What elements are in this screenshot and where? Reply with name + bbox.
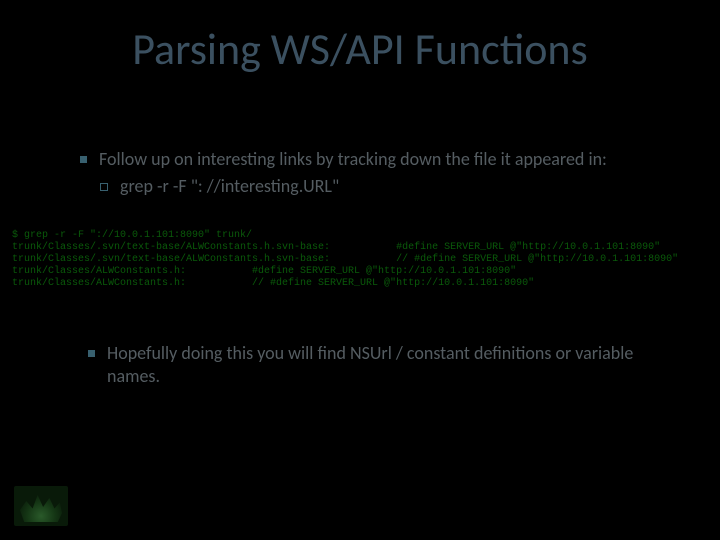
slide-title: Parsing WS/API Functions (0, 22, 720, 76)
bullet-text: Follow up on interesting links by tracki… (99, 148, 607, 171)
terminal-output: $ grep -r -F "://10.0.1.101:8090" trunk/… (12, 230, 708, 290)
bullet-icon (100, 183, 108, 191)
list-item: Hopefully doing this you will find NSUrl… (88, 342, 660, 387)
slide: Parsing WS/API Functions Follow up on in… (0, 0, 720, 540)
bullet-icon (88, 350, 95, 357)
bullet-text: Hopefully doing this you will find NSUrl… (107, 342, 660, 387)
bullet-group-1: Follow up on interesting links by tracki… (80, 148, 680, 197)
bullet-sub-text: grep -r -F ": //interesting.URL" (120, 175, 339, 198)
bullet-icon (80, 156, 87, 163)
decorative-thumbnail (14, 486, 68, 526)
list-item: Follow up on interesting links by tracki… (80, 148, 680, 171)
list-item: grep -r -F ": //interesting.URL" (100, 175, 680, 198)
bullet-group-2: Hopefully doing this you will find NSUrl… (88, 342, 660, 387)
